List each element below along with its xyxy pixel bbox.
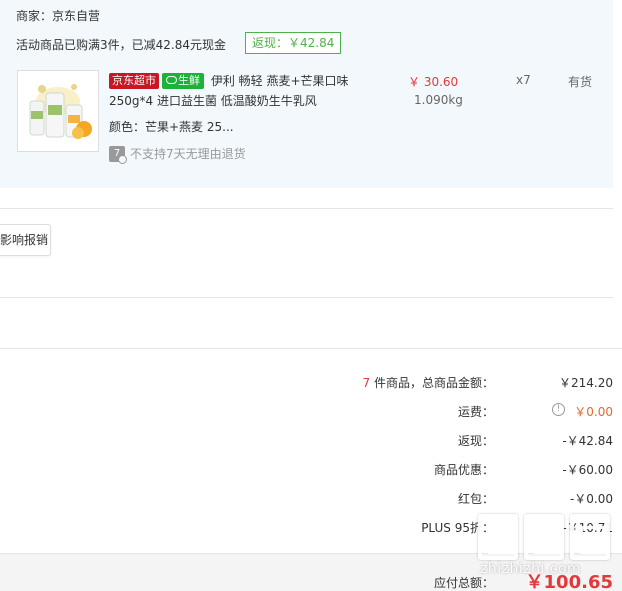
no-return-notice: 7 不支持7天无理由退货 <box>109 145 246 164</box>
no-return-icon: 7 <box>109 145 127 164</box>
total-bar: 应付总额： ￥100.65 <box>0 553 622 591</box>
divider <box>0 348 622 349</box>
jd-supermarket-tag: 京东超市 <box>109 73 159 89</box>
goods-total-value: ￥214.20 <box>559 376 613 390</box>
product-spec: 颜色：芒果+燕麦 25... <box>109 120 234 134</box>
shipping-value: ￥0.00 <box>574 405 613 419</box>
discount-label: 商品优惠： <box>433 463 494 477</box>
discount-value: -￥60.00 <box>562 463 613 477</box>
stock-status: 有货 <box>568 75 593 89</box>
no-return-text: 不支持7天无理由退货 <box>130 147 246 161</box>
cashback-label: 返现： <box>457 434 494 448</box>
plus-discount-label: PLUS 95折： <box>421 521 494 535</box>
leaf-icon <box>166 76 177 84</box>
cashback-value: -￥42.84 <box>562 434 613 448</box>
fresh-tag: 生鲜 <box>162 73 204 89</box>
total-value: ￥100.65 <box>525 572 613 591</box>
plus-discount-value: -￥10.71 <box>562 521 613 535</box>
seller-label: 商家：京东自营 <box>16 9 101 23</box>
redpacket-label: 红包： <box>457 492 494 506</box>
invoice-button[interactable]: 影响报销 <box>0 224 51 256</box>
product-title-line[interactable]: 京东超市 生鲜 伊利 畅轻 燕麦+芒果口味 250g*4 进口益生菌 低温酸奶生牛… <box>109 71 354 111</box>
promo-text: 活动商品已购满3件，已减42.84元现金 <box>16 38 226 52</box>
goods-count-label: 件商品，总商品金额： <box>370 376 494 390</box>
redpacket-value: -￥0.00 <box>569 492 613 506</box>
divider <box>0 297 613 298</box>
divider <box>0 208 613 209</box>
shop-panel: 商家：京东自营 活动商品已购满3件，已减42.84元现金 返现：￥42.84 京… <box>0 0 613 188</box>
shipping-label: 运费： <box>457 405 494 419</box>
fresh-tag-label: 生鲜 <box>178 74 200 87</box>
item-weight: 1.090kg <box>414 93 463 107</box>
product-thumbnail[interactable] <box>17 70 99 152</box>
yogurt-product-image <box>18 71 98 151</box>
goods-count-row: 7 件商品，总商品金额： <box>363 374 494 391</box>
total-label: 应付总额： <box>433 576 494 590</box>
rebate-badge: 返现：￥42.84 <box>245 32 342 54</box>
unit-price: ￥ 30.60 <box>408 75 459 89</box>
info-icon[interactable]: ! <box>552 403 565 416</box>
item-quantity: x7 <box>516 73 531 87</box>
